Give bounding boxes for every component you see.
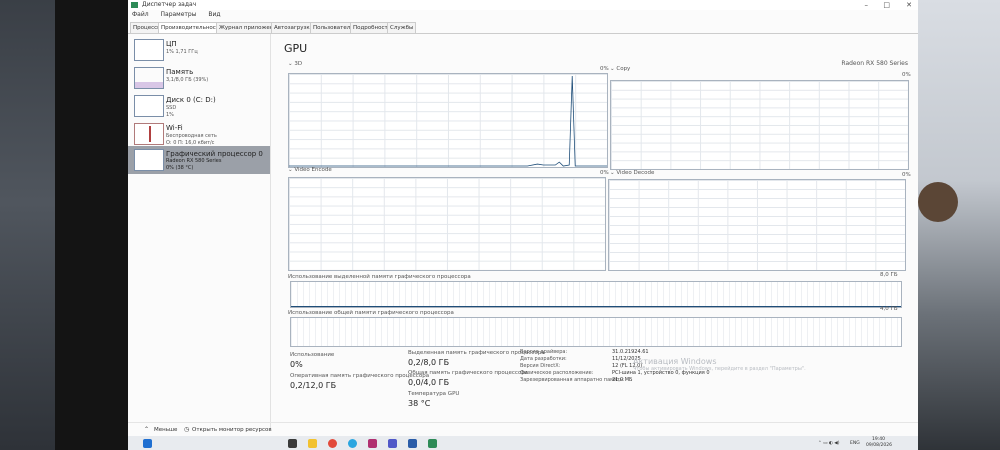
graph-label-3d[interactable]: ⌄ 3D bbox=[288, 61, 302, 67]
graph-video-encode bbox=[288, 177, 606, 271]
resource-sidebar: ЦП 1% 1,71 ГГц Память 3,1/8,0 ГБ (39%) Д… bbox=[128, 34, 271, 429]
gpu-memory-value: 0,2/12,0 ГБ bbox=[290, 381, 337, 390]
graph-value-3d: 0% bbox=[600, 66, 609, 72]
shared-memory-label: Общая память графического процессора bbox=[408, 370, 529, 376]
activation-title: Активация Windows bbox=[633, 357, 717, 366]
graph-label-video-encode[interactable]: ⌄ Video Encode bbox=[288, 167, 332, 173]
detail-key: Зарезервированная аппаратно память: bbox=[520, 377, 625, 383]
sidebar-item-label: Графический процессор 0 bbox=[166, 150, 263, 158]
monitor-bezel: Диспетчер задач – □ ✕ Файл Параметры Вид… bbox=[55, 0, 918, 450]
dedicated-memory-graph bbox=[290, 281, 902, 308]
graph-video-decode bbox=[608, 179, 906, 271]
task-manager-icon[interactable] bbox=[428, 439, 437, 448]
shared-memory-graph-label: Использование общей памяти графического … bbox=[288, 310, 454, 316]
dedicated-memory-graph-label: Использование выделенной памяти графичес… bbox=[288, 274, 471, 280]
cpu-thumbnail bbox=[134, 39, 164, 61]
sidebar-item-sub: Беспроводная сеть bbox=[166, 133, 217, 139]
background-person bbox=[918, 182, 958, 222]
shared-memory-value: 0,0/4,0 ГБ bbox=[408, 378, 450, 387]
open-resource-monitor-link[interactable]: Открыть монитор ресурсов bbox=[192, 427, 272, 433]
gpu-panel: GPU Radeon RX 580 Series ⌄ 3D 0% ⌄ Copy … bbox=[278, 36, 911, 431]
detail-value: 31.0.21924.61 bbox=[612, 349, 649, 355]
detail-key: Версия DirectX: bbox=[520, 363, 561, 369]
task-manager-window: Диспетчер задач – □ ✕ Файл Параметры Вид… bbox=[128, 0, 918, 450]
detail-key: Дата разработки: bbox=[520, 356, 567, 362]
tray-icons[interactable]: ⌃ ▭ ◐ ◀) bbox=[818, 441, 839, 446]
less-details-link[interactable]: Меньше bbox=[154, 427, 177, 433]
graph-value-video-decode: 0% bbox=[902, 172, 911, 178]
detail-key: Физическое расположение: bbox=[520, 370, 594, 376]
graph-value-copy: 0% bbox=[902, 72, 911, 78]
graph-value-video-encode: 0% bbox=[600, 170, 609, 176]
usage-label: Использование bbox=[290, 352, 335, 358]
minimize-icon[interactable]: – bbox=[865, 1, 869, 9]
bottom-bar: ⌃ Меньше ◷ Открыть монитор ресурсов bbox=[128, 422, 918, 437]
windows-activation-watermark: Активация Windows Чтобы активировать Win… bbox=[633, 357, 806, 372]
sidebar-item-label: Память bbox=[166, 68, 194, 76]
sidebar-item-label: Диск 0 (C: D:) bbox=[166, 96, 216, 104]
file-explorer-icon[interactable] bbox=[308, 439, 317, 448]
dedicated-memory-fill bbox=[291, 306, 901, 307]
dedicated-memory-graph-max: 8,0 ГБ bbox=[880, 272, 898, 278]
sidebar-item-sub2: 1% bbox=[166, 112, 174, 118]
sidebar-item-sub: Radeon RX 580 Series bbox=[166, 158, 222, 164]
tab-strip: Процессы Производительность Журнал прило… bbox=[128, 22, 918, 34]
chevron-up-icon[interactable]: ⌃ bbox=[144, 426, 149, 433]
menu-options[interactable]: Параметры bbox=[161, 11, 197, 18]
gpu-temp-value: 38 °C bbox=[408, 399, 431, 408]
sidebar-item-sub: 3,1/8,0 ГБ (39%) bbox=[166, 77, 209, 83]
sidebar-item-label: ЦП bbox=[166, 40, 177, 48]
shared-memory-graph bbox=[290, 317, 902, 347]
telegram-icon[interactable] bbox=[348, 439, 357, 448]
sidebar-item-sub: SSD bbox=[166, 105, 177, 111]
sidebar-item-sub2: 0% (38 °C) bbox=[166, 165, 194, 171]
sidebar-item-label: Wi-Fi bbox=[166, 124, 183, 132]
wifi-thumbnail bbox=[134, 123, 164, 145]
graph-3d bbox=[288, 73, 608, 168]
detail-value: 21,0 МБ bbox=[612, 377, 633, 383]
sidebar-item-wifi[interactable]: Wi-Fi Беспроводная сеть О: 0 П: 16,0 кби… bbox=[128, 120, 270, 148]
sidebar-item-memory[interactable]: Память 3,1/8,0 ГБ (39%) bbox=[128, 64, 270, 92]
windows-taskbar: ⌃ ▭ ◐ ◀) ENG 19:40 09/08/2026 bbox=[128, 436, 918, 450]
gpu-thumbnail bbox=[134, 149, 164, 171]
menu-view[interactable]: Вид bbox=[208, 11, 220, 18]
tray-time[interactable]: 19:40 bbox=[872, 437, 885, 442]
menu-file[interactable]: Файл bbox=[132, 11, 149, 18]
start-icon[interactable] bbox=[143, 439, 152, 448]
graph-copy bbox=[610, 80, 909, 170]
graph-label-copy[interactable]: ⌄ Copy bbox=[610, 66, 630, 72]
sidebar-item-sub: 1% 1,71 ГГц bbox=[166, 49, 198, 55]
tab-services[interactable]: Службы bbox=[387, 22, 417, 33]
sidebar-item-cpu[interactable]: ЦП 1% 1,71 ГГц bbox=[128, 36, 270, 64]
tray-language[interactable]: ENG bbox=[850, 441, 860, 446]
disk-thumbnail bbox=[134, 95, 164, 117]
graph-label-video-decode[interactable]: ⌄ Video Decode bbox=[610, 170, 654, 176]
word-icon[interactable] bbox=[408, 439, 417, 448]
dedicated-memory-value: 0,2/8,0 ГБ bbox=[408, 358, 450, 367]
window-title: Диспетчер задач bbox=[142, 1, 197, 8]
title-bar: Диспетчер задач – □ ✕ bbox=[128, 0, 918, 10]
app-icon bbox=[131, 2, 138, 8]
app-icon[interactable] bbox=[368, 439, 377, 448]
memory-thumbnail bbox=[134, 67, 164, 89]
resource-monitor-icon: ◷ bbox=[184, 426, 190, 433]
activation-text: Чтобы активировать Windows, перейдите в … bbox=[633, 366, 806, 372]
gpu-model-name: Radeon RX 580 Series bbox=[841, 60, 908, 67]
detail-key: Версия драйвера: bbox=[520, 349, 568, 355]
gpu-temp-label: Температура GPU bbox=[408, 391, 460, 397]
tray-date[interactable]: 09/08/2026 bbox=[866, 443, 892, 448]
graph-3d-line bbox=[289, 75, 607, 167]
teams-icon[interactable] bbox=[388, 439, 397, 448]
shared-memory-graph-max: 4,0 ГБ bbox=[880, 306, 898, 312]
sidebar-item-gpu[interactable]: Графический процессор 0 Radeon RX 580 Se… bbox=[128, 146, 270, 174]
usage-value: 0% bbox=[290, 360, 303, 369]
sidebar-item-disk[interactable]: Диск 0 (C: D:) SSD 1% bbox=[128, 92, 270, 120]
taskview-icon[interactable] bbox=[288, 439, 297, 448]
page-title: GPU bbox=[284, 42, 308, 55]
close-icon[interactable]: ✕ bbox=[906, 1, 912, 9]
menu-bar: Файл Параметры Вид bbox=[128, 10, 918, 20]
chrome-icon[interactable] bbox=[328, 439, 337, 448]
maximize-icon[interactable]: □ bbox=[883, 1, 890, 9]
